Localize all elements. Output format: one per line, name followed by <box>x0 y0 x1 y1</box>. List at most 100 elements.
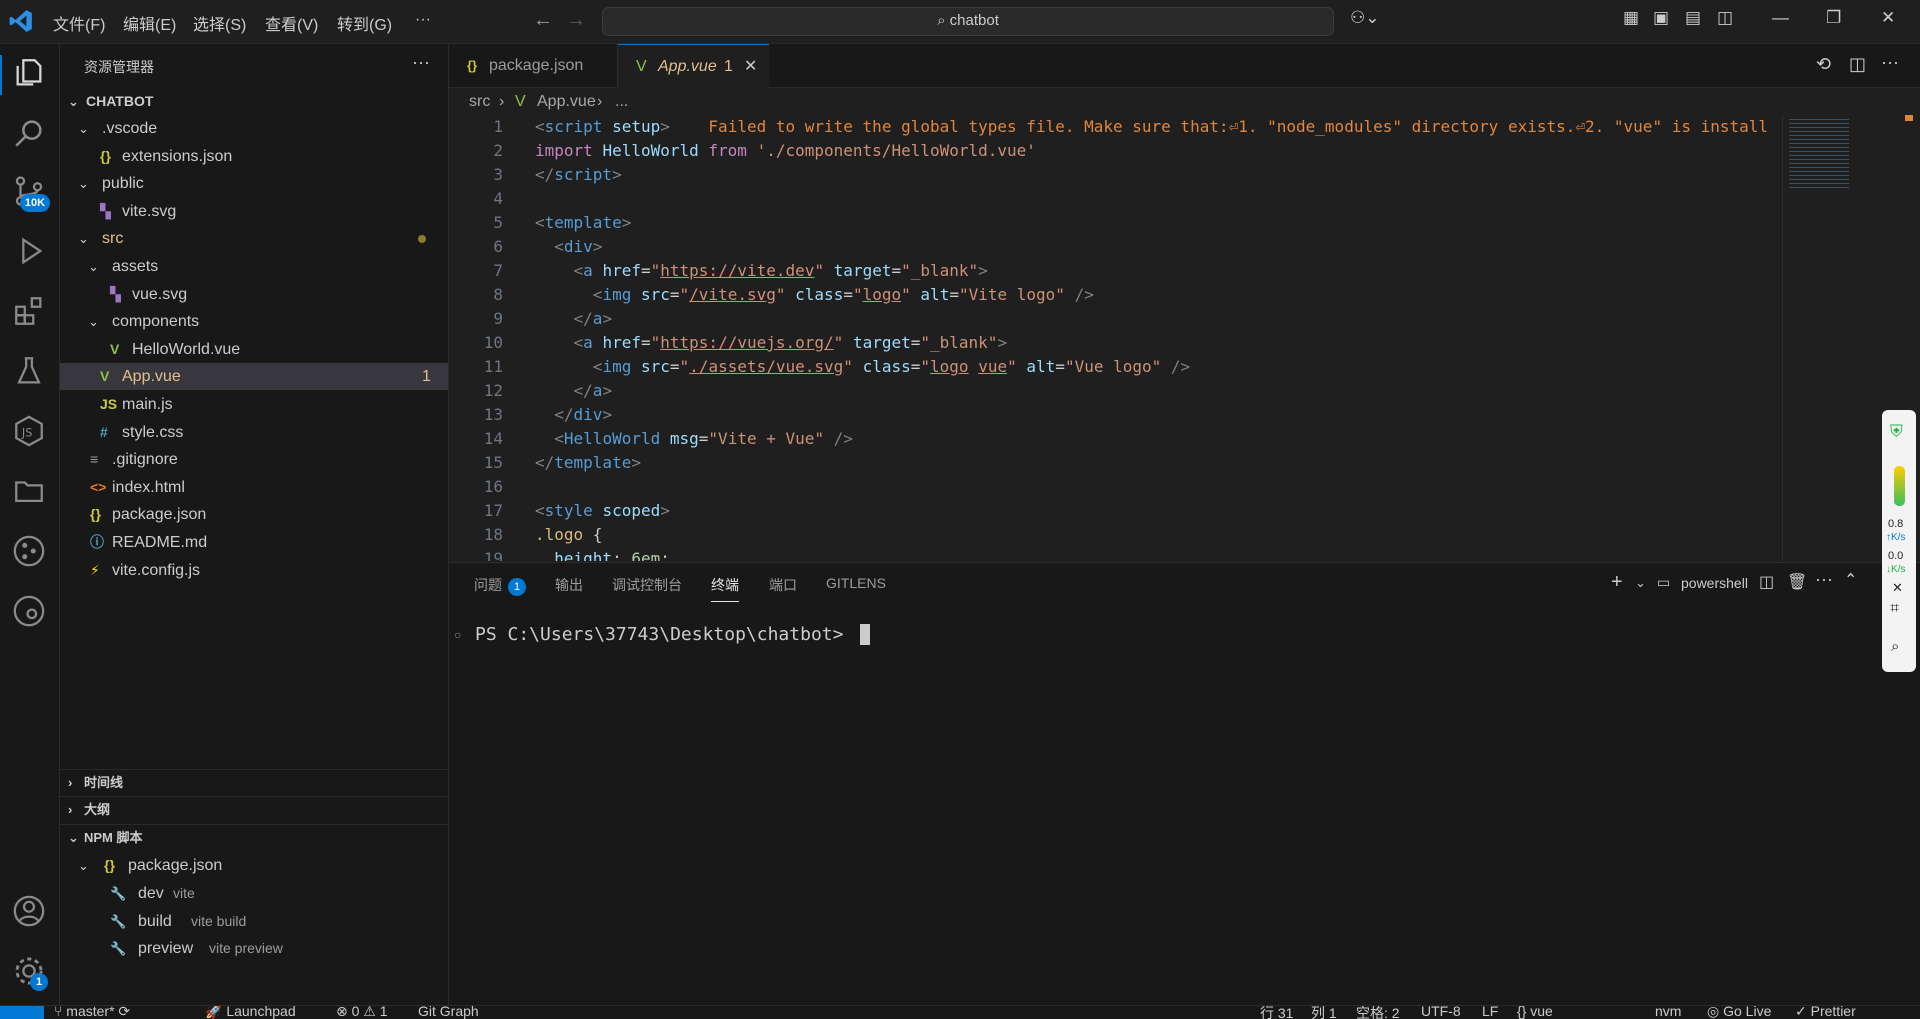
command-center-search[interactable]: ⌕ chatbot <box>602 7 1334 36</box>
tree-item-label: public <box>102 175 144 193</box>
tree-item[interactable]: V App.vue 1 <box>60 363 448 391</box>
project-manager-icon[interactable] <box>12 474 48 510</box>
tree-item[interactable]: JS main.js <box>60 391 448 418</box>
split-terminal-icon[interactable]: ◫ <box>1759 572 1774 592</box>
breadcrumb-src[interactable]: src <box>469 89 490 115</box>
copilot-icon[interactable]: ⚇⌄ <box>1350 8 1379 28</box>
tree-item[interactable]: ▚ vite.svg <box>60 198 448 225</box>
toggle-secondary-sidebar-icon[interactable]: ◫ <box>1717 8 1733 28</box>
shell-name[interactable]: powershell <box>1681 575 1748 591</box>
tree-item[interactable]: {} extensions.json <box>60 143 448 170</box>
tree-item[interactable]: ⌄ src <box>60 225 448 252</box>
tab-output[interactable]: 输出 <box>555 575 583 595</box>
new-terminal-icon[interactable]: + <box>1611 571 1623 594</box>
breadcrumb-file[interactable]: App.vue <box>537 89 596 115</box>
back-arrow-icon[interactable]: ← <box>533 9 553 32</box>
indent-spaces[interactable]: 空格: 2 <box>1356 1006 1400 1019</box>
language-mode[interactable]: {} vue <box>1517 1006 1553 1019</box>
gitlens-icon[interactable] <box>12 534 48 570</box>
menu-more[interactable]: ··· <box>415 11 431 29</box>
restore-icon[interactable]: ❐ <box>1826 8 1841 28</box>
menu-view[interactable]: 查看(V) <box>265 11 318 35</box>
vscode-logo-icon[interactable] <box>8 8 34 34</box>
tab-ports[interactable]: 端口 <box>769 575 797 595</box>
breadcrumb-rest[interactable]: ... <box>615 89 628 115</box>
chevron-down-icon[interactable]: ⌄ <box>1635 575 1646 591</box>
terminal-shell-icon: ▭ <box>1657 574 1671 590</box>
code-editor[interactable]: 1 2 3 4 5 6 7 8 9 10 11 12 13 14 15 16 17 18 19 <script se… <box>449 115 1920 561</box>
tree-item[interactable]: {} package.json <box>60 501 448 528</box>
cursor-col[interactable]: 列 1 <box>1311 1006 1337 1019</box>
outline-section[interactable]: › 大纲 <box>60 796 448 823</box>
close-icon[interactable]: ✕ <box>1892 580 1903 596</box>
tree-item[interactable]: ⚡ vite.config.js <box>60 557 448 584</box>
timeline-section[interactable]: › 时间线 <box>60 769 448 796</box>
tree-item[interactable]: ⌄ components <box>60 308 448 335</box>
menu-file[interactable]: 文件(F) <box>53 11 105 35</box>
terminal-cursor[interactable] <box>860 624 870 645</box>
line-number: 12 <box>483 381 503 400</box>
customize-layout-icon[interactable]: ▦ <box>1623 8 1639 28</box>
git-graph-item[interactable]: Git Graph <box>418 1006 479 1019</box>
extensions-icon[interactable] <box>12 294 48 330</box>
toggle-panel-icon[interactable]: ▤ <box>1685 8 1701 28</box>
accounts-icon[interactable] <box>12 894 48 930</box>
forward-arrow-icon[interactable]: → <box>566 9 586 32</box>
tree-item[interactable]: ⌄ public <box>60 170 448 197</box>
trash-icon[interactable]: 🗑 <box>1787 572 1807 592</box>
problems-indicator[interactable]: ⊗ 0 ⚠ 1 <box>336 1006 388 1019</box>
tab-app-vue[interactable]: V App.vue 1 ✕ <box>618 44 769 89</box>
npm-scripts-section[interactable]: ⌄ NPM 脚本 <box>60 824 448 851</box>
branch-indicator[interactable]: ⑂ master* ⟳ <box>54 1006 130 1019</box>
tree-item[interactable]: ≡ .gitignore <box>60 446 448 473</box>
tree-item[interactable]: ⌄ .vscode <box>60 115 448 142</box>
tree-item[interactable]: <> index.html <box>60 474 448 501</box>
tree-item[interactable]: V HelloWorld.vue <box>60 336 448 363</box>
npm-script-item[interactable]: 🔧 dev vite <box>60 880 448 907</box>
svg-file-icon: ▚ <box>100 202 111 219</box>
sidebar-more-icon[interactable]: ··· <box>412 52 430 73</box>
npm-script-item[interactable]: 🔧 preview vite preview <box>60 935 448 962</box>
crop-icon[interactable]: ⌗ <box>1890 600 1899 618</box>
close-tab-icon[interactable]: ✕ <box>744 45 757 88</box>
tab-terminal[interactable]: 终端 <box>711 575 739 602</box>
run-debug-icon[interactable] <box>12 234 48 270</box>
encoding[interactable]: UTF-8 <box>1421 1006 1461 1019</box>
menu-go[interactable]: 转到(G) <box>337 11 392 35</box>
cursor-line[interactable]: 行 31 <box>1260 1006 1293 1019</box>
remote-indicator[interactable] <box>0 1006 44 1019</box>
menu-edit[interactable]: 编辑(E) <box>123 11 176 35</box>
npm-package-json[interactable]: ⌄ {} package.json <box>60 852 448 879</box>
maximize-panel-icon[interactable]: ⌃ <box>1844 570 1857 590</box>
tree-item[interactable]: ⌄ assets <box>60 253 448 280</box>
toggle-primary-sidebar-icon[interactable]: ▣ <box>1653 8 1669 28</box>
workspace-root[interactable]: ⌄ CHATBOT <box>60 88 448 115</box>
line-ending[interactable]: LF <box>1482 1006 1498 1019</box>
shield-check-icon[interactable]: ⛨ <box>1890 422 1903 442</box>
timeline-history-icon[interactable]: ⟲ <box>1816 54 1831 75</box>
go-live-item[interactable]: ◎ Go Live <box>1707 1006 1771 1019</box>
nvm-item[interactable]: nvm <box>1655 1006 1681 1019</box>
split-editor-icon[interactable]: ◫ <box>1849 54 1866 75</box>
git-graph-icon[interactable] <box>12 594 48 630</box>
search-activity-icon[interactable] <box>12 116 48 152</box>
minimize-icon[interactable]: — <box>1772 8 1789 28</box>
close-window-icon[interactable]: ✕ <box>1881 8 1895 28</box>
nodejs-icon[interactable]: JS <box>12 414 48 450</box>
more-actions-icon[interactable]: ··· <box>1881 52 1899 73</box>
tree-item[interactable]: # style.css <box>60 419 448 446</box>
npm-script-item[interactable]: 🔧 build vite build <box>60 908 448 935</box>
tree-item[interactable]: ▚ vue.svg <box>60 281 448 308</box>
testing-flask-icon[interactable] <box>12 354 48 390</box>
screenshot-search-icon[interactable]: ⌕ <box>1891 638 1899 655</box>
tree-item[interactable]: ⓘ README.md <box>60 529 448 556</box>
explorer-icon[interactable] <box>12 56 48 92</box>
tab-gitlens[interactable]: GITLENS <box>826 575 886 591</box>
tab-debug-console[interactable]: 调试控制台 <box>612 575 682 595</box>
prettier-item[interactable]: ✓ Prettier <box>1795 1006 1856 1019</box>
tab-problems[interactable]: 问题 1 <box>474 575 526 596</box>
menu-selection[interactable]: 选择(S) <box>193 11 246 35</box>
launchpad-item[interactable]: 🚀 Launchpad <box>205 1006 296 1019</box>
tab-package-json[interactable]: {} package.json <box>449 44 618 87</box>
more-actions-icon[interactable]: ··· <box>1815 569 1833 590</box>
